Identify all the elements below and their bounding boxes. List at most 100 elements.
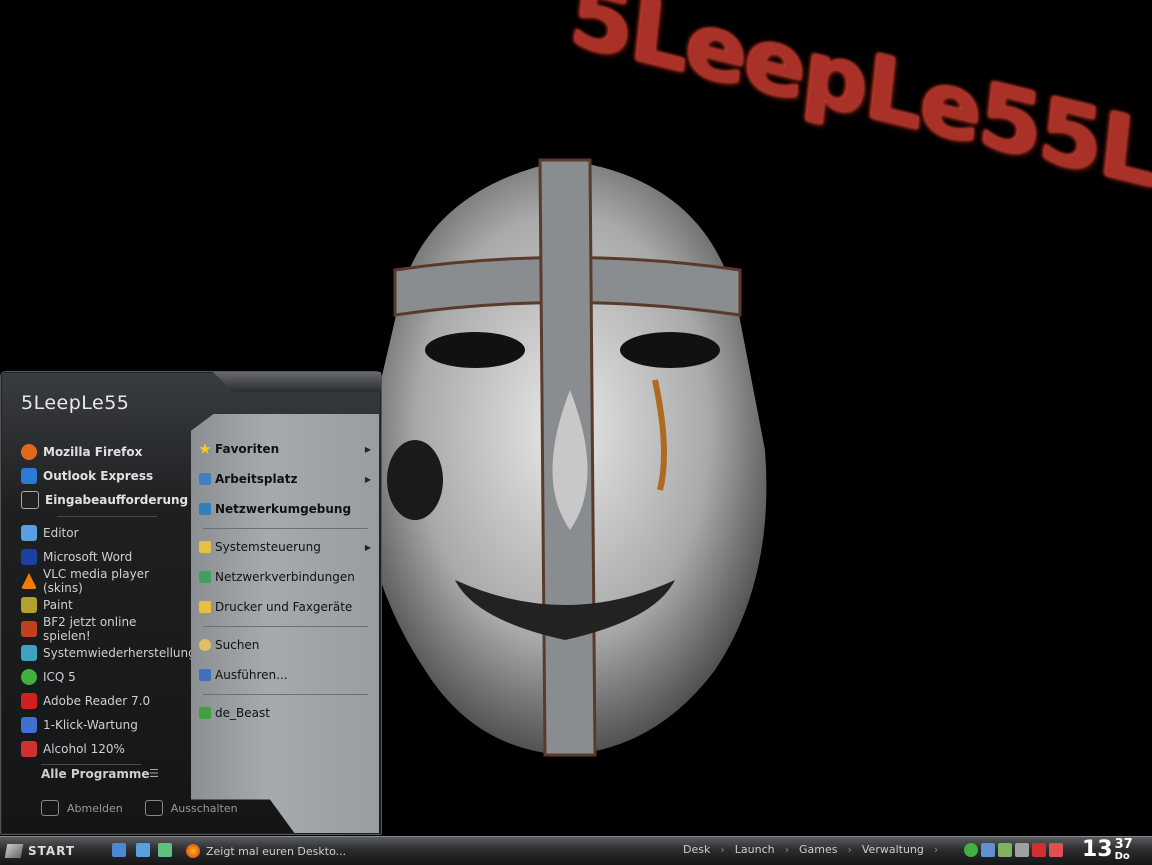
printer-folder-icon (199, 601, 211, 613)
menu-item-paint[interactable]: Paint (17, 593, 187, 617)
toolbar-link-games[interactable]: Games (799, 843, 837, 856)
places-item-netzwerkverbindungen[interactable]: Netzwerkverbindungen (199, 570, 371, 584)
quicklaunch-recycle-icon[interactable] (158, 843, 172, 857)
run-icon (199, 669, 211, 681)
menu-item-outlook[interactable]: Outlook Express (17, 464, 187, 488)
toolbar-link-verwaltung[interactable]: Verwaltung (862, 843, 924, 856)
logoff-button[interactable]: Abmelden (41, 800, 123, 816)
notepad-icon (21, 525, 37, 541)
taskbar-item-firefox[interactable]: Zeigt mal euren Deskto... (186, 841, 346, 861)
menu-item-label: Outlook Express (43, 469, 154, 483)
menu-item-label: 1-Klick-Wartung (43, 718, 138, 732)
submenu-arrow-icon: ▶ (364, 542, 371, 552)
places-item-label: Arbeitsplatz (215, 472, 298, 486)
cmd-icon (21, 491, 39, 509)
places-item-systemsteuerung[interactable]: Systemsteuerung ▶ (199, 540, 371, 554)
places-item-label: Suchen (215, 638, 260, 652)
bf2-icon (21, 621, 37, 637)
menu-item-adobe[interactable]: Adobe Reader 7.0 (17, 689, 187, 713)
computer-icon (199, 473, 211, 485)
toolbar-link-separator: › (933, 843, 939, 856)
folder-icon (199, 541, 211, 553)
menu-item-label: Systemwiederherstellung (43, 646, 196, 660)
places-item-label: Favoriten (215, 442, 280, 456)
submenu-arrow-icon: ▶ (364, 474, 371, 484)
icq-icon (21, 669, 37, 685)
menu-item-word[interactable]: Microsoft Word (17, 545, 187, 569)
menu-item-label: Microsoft Word (43, 550, 133, 564)
toolbar-links: Desk › Launch › Games › Verwaltung › (683, 843, 938, 856)
places-item-netzwerkumgebung[interactable]: Netzwerkumgebung (199, 502, 371, 516)
tray-network-icon[interactable] (981, 843, 995, 857)
all-programs-button[interactable]: Alle Programme (41, 767, 150, 781)
taskbar-item-label: Zeigt mal euren Deskto... (206, 844, 347, 858)
quicklaunch-desktop-icon[interactable] (136, 843, 150, 857)
shutdown-button[interactable]: Ausschalten (144, 800, 238, 816)
menu-item-editor[interactable]: Editor (17, 521, 187, 545)
user-name: 5LeepLe55 (21, 392, 130, 414)
submenu-arrow-icon: ▶ (364, 444, 371, 454)
menu-item-label: Adobe Reader 7.0 (43, 694, 151, 708)
menu-item-vlc[interactable]: VLC media player (skins) (17, 567, 187, 595)
tray-safely-remove-icon[interactable] (998, 843, 1012, 857)
firefox-icon (21, 444, 37, 460)
menu-item-alcohol[interactable]: Alcohol 120% (17, 737, 187, 761)
menu-separator (203, 528, 368, 529)
places-item-de-beast[interactable]: de_Beast (199, 706, 371, 720)
places-item-label: Ausführen... (215, 668, 288, 682)
places-item-favoriten[interactable]: Favoriten ▶ (199, 442, 371, 456)
places-item-arbeitsplatz[interactable]: Arbeitsplatz ▶ (199, 472, 371, 486)
tray-antivirus-icon[interactable] (1032, 843, 1046, 857)
places-item-ausfuehren[interactable]: Ausführen... (199, 668, 371, 682)
tray-volume-icon[interactable] (1015, 843, 1029, 857)
tray-alcohol-icon[interactable] (1049, 843, 1063, 857)
toolbar-link-separator: › (720, 843, 725, 856)
menu-item-label: Editor (43, 526, 79, 540)
tray-icq-icon[interactable] (964, 843, 978, 857)
menu-item-bf2[interactable]: BF2 jetzt online spielen! (17, 615, 187, 643)
toolbar-link-desk[interactable]: Desk (683, 843, 710, 856)
toolbar-link-launch[interactable]: Launch (735, 843, 775, 856)
maintenance-icon (21, 717, 37, 733)
menu-item-label: VLC media player (skins) (43, 567, 150, 595)
menu-item-label: ICQ 5 (43, 670, 76, 684)
menu-item-firefox[interactable]: Mozilla Firefox (17, 440, 187, 464)
start-button[interactable]: START (4, 841, 76, 861)
menu-separator (41, 764, 141, 765)
clock[interactable]: 13 37 Do (1082, 837, 1133, 863)
vlc-icon (21, 573, 37, 589)
places-item-label: Drucker und Faxgeräte (215, 600, 353, 614)
restore-icon (21, 645, 37, 661)
shutdown-label: Ausschalten (170, 801, 238, 815)
menu-item-label: Mozilla Firefox (43, 445, 143, 459)
places-item-label: de_Beast (215, 706, 270, 720)
menu-separator (203, 626, 368, 627)
adobe-icon (21, 693, 37, 709)
star-icon (199, 443, 211, 454)
logoff-label: Abmelden (67, 801, 123, 815)
alcohol-icon (21, 741, 37, 757)
menu-item-label: Eingabeaufforderung (45, 493, 189, 507)
paint-icon (21, 597, 37, 613)
menu-item-cmd[interactable]: Eingabeaufforderung (17, 488, 189, 512)
taskbar: START Zeigt mal euren Deskto... Desk › L… (0, 836, 1152, 865)
network-icon (199, 503, 211, 515)
toolbar-link-separator: › (847, 843, 852, 856)
shutdown-icon (144, 800, 163, 816)
places-panel: Favoriten ▶ Arbeitsplatz ▶ Netzwerkumgeb… (191, 414, 379, 833)
menu-item-restore[interactable]: Systemwiederherstellung (17, 641, 196, 665)
places-item-suchen[interactable]: Suchen (199, 638, 371, 652)
power-row: Abmelden Ausschalten (41, 800, 238, 816)
all-programs-arrow-icon: ☰ (149, 767, 159, 780)
start-menu: 5LeepLe55 Mozilla Firefox Outlook Expres… (0, 371, 382, 835)
places-item-label: Netzwerkverbindungen (215, 570, 355, 584)
menu-item-maintenance[interactable]: 1-Klick-Wartung (17, 713, 187, 737)
clock-day: Do (1114, 851, 1130, 862)
clock-hour: 13 (1082, 837, 1113, 862)
start-label: START (28, 844, 76, 858)
places-item-drucker[interactable]: Drucker und Faxgeräte (199, 600, 371, 614)
logoff-icon (41, 800, 59, 816)
quicklaunch-ie-icon[interactable] (112, 843, 126, 857)
menu-separator (57, 516, 157, 517)
menu-item-icq[interactable]: ICQ 5 (17, 665, 187, 689)
